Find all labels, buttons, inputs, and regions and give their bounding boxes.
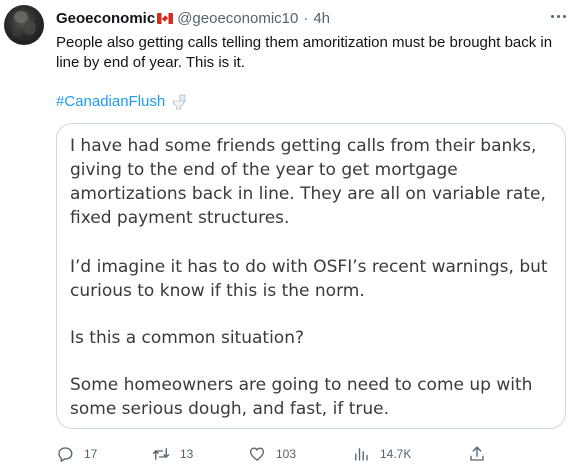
retweet-button[interactable]: 13 xyxy=(152,443,193,465)
canada-flag-icon xyxy=(157,12,174,24)
image-paragraph: Some homeowners are going to need to com… xyxy=(70,375,533,419)
avatar-detail xyxy=(24,21,36,35)
hashtag-link[interactable]: #CanadianFlush xyxy=(56,92,165,112)
image-paragraph: I have had some friends getting calls fr… xyxy=(70,136,546,228)
action-bar: 17 13 103 14.7K xyxy=(56,443,486,465)
views-chart-icon xyxy=(355,448,368,461)
hashtag-line: #CanadianFlush xyxy=(56,92,187,112)
view-count: 14.7K xyxy=(380,447,412,461)
retweet-icon xyxy=(152,448,170,460)
more-options-icon[interactable] xyxy=(546,6,570,26)
share-icon xyxy=(470,446,484,461)
share-button[interactable] xyxy=(468,443,486,465)
image-paragraph: Is this a common situation? xyxy=(70,328,304,348)
separator: · xyxy=(303,9,309,27)
heart-icon xyxy=(249,447,265,461)
author-name[interactable]: Geoeconomic xyxy=(56,10,155,27)
retweet-count: 13 xyxy=(180,447,194,461)
tweet-text: People also getting calls telling them a… xyxy=(56,34,553,71)
reply-count: 17 xyxy=(84,447,98,461)
like-count: 103 xyxy=(276,447,297,461)
author-handle[interactable]: @geoeconomic10 xyxy=(177,10,298,27)
image-paragraph: I’d imagine it has to do with OSFI’s rec… xyxy=(70,257,548,301)
reply-icon xyxy=(58,447,73,462)
reply-button[interactable]: 17 xyxy=(56,443,97,465)
timestamp[interactable]: 4h xyxy=(313,10,330,27)
toilet-icon xyxy=(172,94,186,110)
avatar-detail xyxy=(12,27,22,37)
screenshot-image[interactable]: I have had some friends getting calls fr… xyxy=(56,123,566,429)
tweet-header: Geoeconomic @geoeconomic10 · 4h xyxy=(56,7,330,29)
views-button[interactable]: 14.7K xyxy=(352,443,411,465)
tweet: Geoeconomic @geoeconomic10 · 4h People a… xyxy=(0,0,580,473)
avatar[interactable] xyxy=(4,5,44,45)
like-button[interactable]: 103 xyxy=(248,443,296,465)
